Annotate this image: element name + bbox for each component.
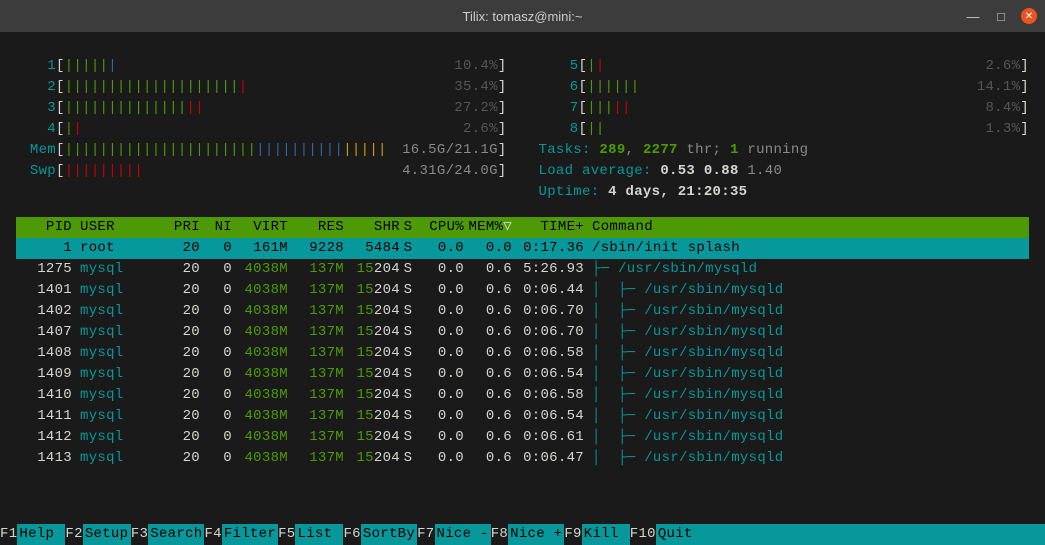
process-row[interactable]: 1401 mysql 20 0 4038M 137M 15204 S 0.0 0…: [16, 280, 1029, 301]
meters-area: 1[ |||||| 10.4%] 2[ ||||||||||||||||||||…: [16, 56, 1029, 203]
header-shr[interactable]: SHR: [344, 217, 400, 238]
cpu-meter-7: 7[ ||||| 8.4%]: [539, 98, 1030, 119]
process-row[interactable]: 1412 mysql 20 0 4038M 137M 15204 S 0.0 0…: [16, 427, 1029, 448]
fkey-F8[interactable]: F8Nice +: [491, 524, 565, 545]
fkey-F4[interactable]: F4Filter: [204, 524, 278, 545]
window-title: Tilix: tomasz@mini:~: [463, 9, 583, 24]
close-icon[interactable]: ✕: [1021, 8, 1037, 24]
cpu-meter-2: 2[ ||||||||||||||||||||| 35.4%]: [16, 77, 507, 98]
fkey-F1[interactable]: F1Help: [0, 524, 65, 545]
sort-arrow-icon: ▽: [503, 219, 512, 235]
process-row[interactable]: 1413 mysql 20 0 4038M 137M 15204 S 0.0 0…: [16, 448, 1029, 469]
header-command[interactable]: Command: [584, 217, 1029, 238]
cpu-meter-1: 1[ |||||| 10.4%]: [16, 56, 507, 77]
meters-left: 1[ |||||| 10.4%] 2[ ||||||||||||||||||||…: [16, 56, 507, 203]
process-row[interactable]: 1408 mysql 20 0 4038M 137M 15204 S 0.0 0…: [16, 343, 1029, 364]
cpu-meter-6: 6[ |||||| 14.1%]: [539, 77, 1030, 98]
process-row[interactable]: 1409 mysql 20 0 4038M 137M 15204 S 0.0 0…: [16, 364, 1029, 385]
fkey-F10[interactable]: F10Quit: [630, 524, 704, 545]
window-controls: — □ ✕: [965, 8, 1037, 24]
header-s[interactable]: S: [400, 217, 416, 238]
load-info: Load average: 0.53 0.88 1.40: [539, 161, 1030, 182]
cpu-meter-5: 5[ || 2.6%]: [539, 56, 1030, 77]
header-res[interactable]: RES: [288, 217, 344, 238]
header-pri[interactable]: PRI: [152, 217, 200, 238]
fkey-F2[interactable]: F2Setup: [65, 524, 130, 545]
header-ni[interactable]: NI: [200, 217, 232, 238]
header-user[interactable]: USER: [72, 217, 152, 238]
fkey-F5[interactable]: F5List: [278, 524, 343, 545]
fkey-F7[interactable]: F7Nice -: [417, 524, 491, 545]
header-mem[interactable]: MEM%▽: [464, 217, 512, 238]
cpu-meter-3: 3[ |||||||||||||||| 27.2%]: [16, 98, 507, 119]
terminal[interactable]: 1[ |||||| 10.4%] 2[ ||||||||||||||||||||…: [0, 32, 1045, 545]
header-cpu[interactable]: CPU%: [416, 217, 464, 238]
process-row[interactable]: 1275 mysql 20 0 4038M 137M 15204 S 0.0 0…: [16, 259, 1029, 280]
header-pid[interactable]: PID: [16, 217, 72, 238]
footer-fill: [704, 524, 1045, 545]
maximize-icon[interactable]: □: [993, 8, 1009, 24]
process-header[interactable]: PID USER PRI NI VIRT RES SHR S CPU% MEM%…: [16, 217, 1029, 238]
fkey-F9[interactable]: F9Kill: [564, 524, 629, 545]
minimize-icon[interactable]: —: [965, 8, 981, 24]
mem-meter: Mem[ |||||||||||||||||||||||||||||||||||…: [16, 140, 507, 161]
process-row[interactable]: 1410 mysql 20 0 4038M 137M 15204 S 0.0 0…: [16, 385, 1029, 406]
process-row[interactable]: 1411 mysql 20 0 4038M 137M 15204 S 0.0 0…: [16, 406, 1029, 427]
process-row[interactable]: 1402 mysql 20 0 4038M 137M 15204 S 0.0 0…: [16, 301, 1029, 322]
process-row[interactable]: 1 root 20 0 161M 9228 5484 S 0.0 0.0 0:1…: [16, 238, 1029, 259]
titlebar: Tilix: tomasz@mini:~ — □ ✕: [0, 0, 1045, 32]
tasks-info: Tasks: 289, 2277 thr; 1 running: [539, 140, 1030, 161]
process-row[interactable]: 1407 mysql 20 0 4038M 137M 15204 S 0.0 0…: [16, 322, 1029, 343]
header-virt[interactable]: VIRT: [232, 217, 288, 238]
header-time[interactable]: TIME+: [512, 217, 584, 238]
swp-meter: Swp[ ||||||||| 4.31G/24.0G]: [16, 161, 507, 182]
fkey-F6[interactable]: F6SortBy: [343, 524, 417, 545]
cpu-meter-8: 8[ || 1.3%]: [539, 119, 1030, 140]
footer-bar: F1Help F2Setup F3SearchF4FilterF5List F6…: [0, 524, 1045, 545]
process-list: 1 root 20 0 161M 9228 5484 S 0.0 0.0 0:1…: [16, 238, 1029, 469]
meters-right: 5[ || 2.6%] 6[ |||||| 14.1%] 7[ ||||| 8.…: [539, 56, 1030, 203]
fkey-F3[interactable]: F3Search: [131, 524, 205, 545]
uptime-info: Uptime: 4 days, 21:20:35: [539, 182, 1030, 203]
cpu-meter-4: 4[ || 2.6%]: [16, 119, 507, 140]
